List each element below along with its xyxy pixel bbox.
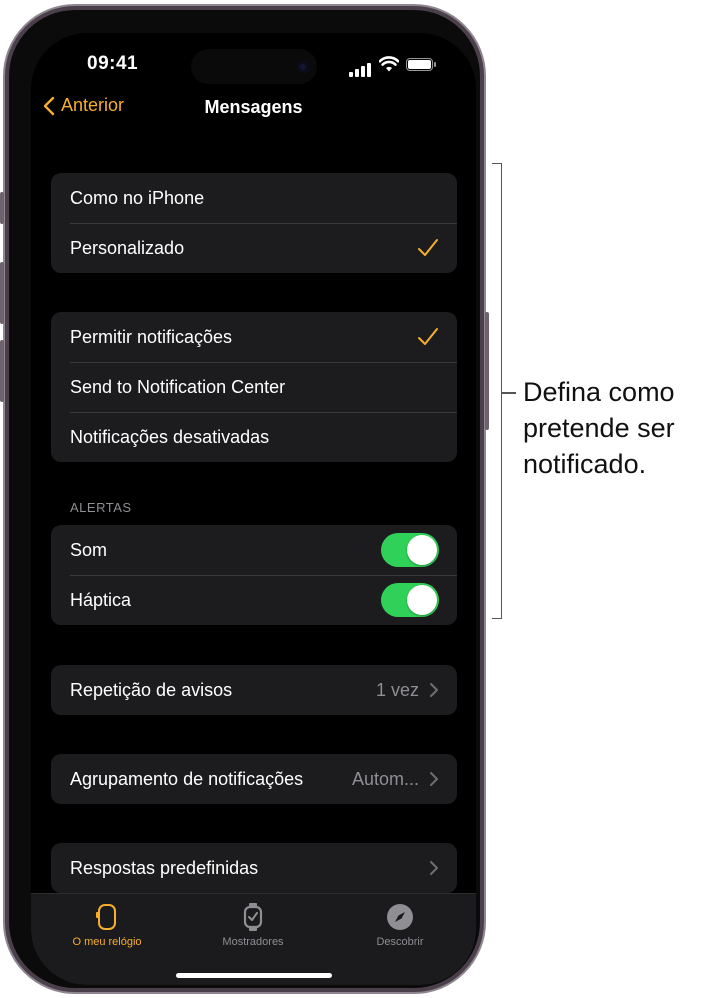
sound-toggle[interactable]	[381, 533, 439, 567]
checkmark-icon	[418, 328, 438, 345]
tab-label: Mostradores	[222, 936, 284, 948]
screen: 09:41 Anterior Mensagens Como no iPhone …	[31, 33, 476, 985]
option-label: Como no iPhone	[70, 187, 205, 208]
page-title: Mensagens	[204, 97, 303, 117]
option-como-no-iphone[interactable]: Como no iPhone	[51, 173, 457, 223]
repeat-alerts-group: Repetição de avisos 1 vez	[51, 665, 457, 715]
option-label: Send to Notification Center	[70, 376, 286, 397]
checkmark-icon	[418, 239, 438, 256]
sound-label: Som	[70, 539, 108, 560]
repeat-alerts-label: Repetição de avisos	[70, 679, 233, 700]
phone-bezel: 09:41 Anterior Mensagens Como no iPhone …	[9, 10, 480, 988]
notification-options-group: Permitir notificações Send to Notificati…	[51, 312, 457, 462]
tab-my-watch[interactable]: O meu relógio	[47, 902, 167, 948]
chevron-right-icon	[430, 861, 438, 875]
chevron-right-icon	[430, 683, 438, 697]
callout-line: notificado.	[523, 449, 647, 479]
option-permitir-notificacoes[interactable]: Permitir notificações	[51, 312, 457, 362]
option-label: Personalizado	[70, 237, 185, 258]
mirror-options-group: Como no iPhone Personalizado	[51, 173, 457, 273]
default-replies-group: Respostas predefinidas	[51, 843, 457, 893]
option-notificacoes-desativadas[interactable]: Notificações desativadas	[51, 412, 457, 462]
default-replies-row[interactable]: Respostas predefinidas	[51, 843, 457, 893]
status-bar: 09:41	[31, 49, 476, 84]
callout-line: pretende ser	[523, 413, 675, 443]
wifi-icon	[378, 56, 400, 77]
notification-grouping-label: Agrupamento de notificações	[70, 768, 304, 789]
tab-label: Descobrir	[376, 936, 424, 948]
callout-line: Defina como	[523, 377, 675, 407]
status-time: 09:41	[87, 53, 139, 74]
haptic-toggle[interactable]	[381, 583, 439, 617]
tab-faces[interactable]: Mostradores	[193, 902, 313, 948]
option-label: Notificações desativadas	[70, 426, 270, 447]
volume-down-button	[0, 340, 4, 402]
repeat-alerts-row[interactable]: Repetição de avisos 1 vez	[51, 665, 457, 715]
tab-bar: O meu relógio Mostradores Descobrir	[31, 893, 476, 985]
notification-grouping-row[interactable]: Agrupamento de notificações Autom...	[51, 754, 457, 804]
alerts-group: Som Háptica	[51, 525, 457, 625]
tab-label: O meu relógio	[72, 936, 142, 948]
haptic-row: Háptica	[51, 575, 457, 625]
navigation-bar: Anterior Mensagens	[31, 95, 476, 125]
option-personalizado[interactable]: Personalizado	[51, 223, 457, 273]
side-button	[485, 312, 489, 430]
sound-row: Som	[51, 525, 457, 575]
cellular-signal-icon	[349, 59, 373, 77]
notification-grouping-group: Agrupamento de notificações Autom...	[51, 754, 457, 804]
compass-icon	[387, 904, 413, 930]
haptic-label: Háptica	[70, 589, 132, 610]
home-indicator[interactable]	[176, 973, 332, 978]
watch-face-icon	[243, 903, 263, 931]
front-camera	[297, 61, 309, 73]
alerts-section-header: ALERTAS	[70, 500, 132, 515]
option-send-to-notification-center[interactable]: Send to Notification Center	[51, 362, 457, 412]
option-label: Permitir notificações	[70, 326, 233, 347]
callout-pointer	[502, 392, 516, 394]
tab-discover[interactable]: Descobrir	[340, 902, 460, 948]
watch-icon	[96, 904, 116, 930]
default-replies-label: Respostas predefinidas	[70, 857, 259, 878]
notification-grouping-value: Autom...	[351, 768, 419, 789]
chevron-right-icon	[430, 772, 438, 786]
battery-icon	[406, 58, 436, 71]
callout-bracket	[492, 163, 502, 619]
repeat-alerts-value: 1 vez	[375, 679, 419, 700]
volume-up-button	[0, 262, 4, 324]
action-button	[0, 192, 4, 224]
callout-text: Defina como pretende ser notificado.	[523, 374, 675, 482]
